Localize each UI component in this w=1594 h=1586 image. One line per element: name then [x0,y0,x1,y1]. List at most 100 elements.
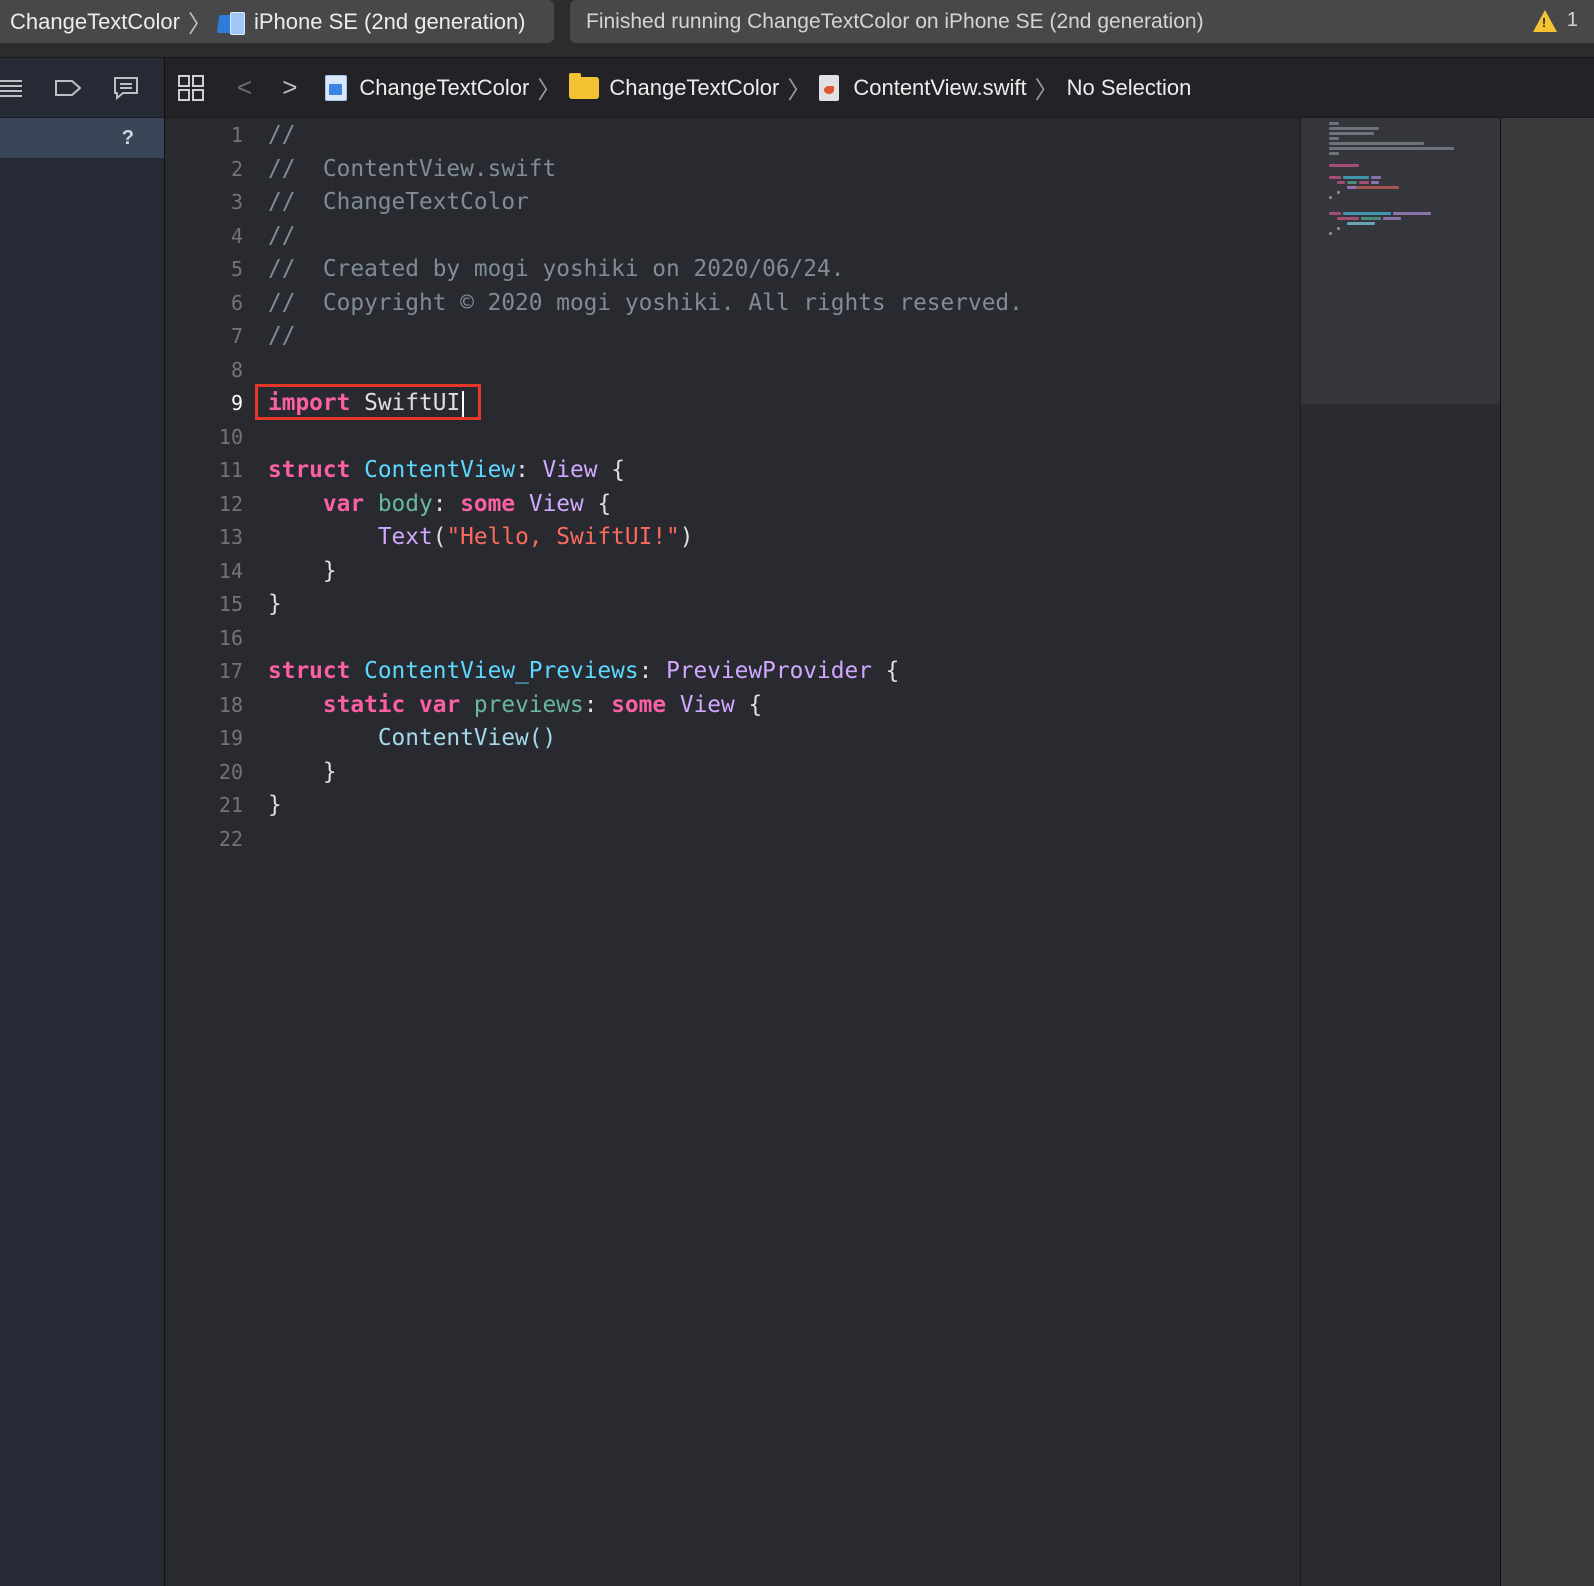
swift-file-icon [819,74,840,101]
line-number: 5 [230,257,243,281]
system-type: View [679,692,735,718]
line-number: 8 [230,358,243,382]
code-line: struct ContentView_Previews: PreviewProv… [268,654,899,688]
keyword: var [322,491,365,517]
status-text: Finished running ChangeTextColor on iPho… [586,9,1204,33]
minimap-visible-region[interactable] [1301,118,1501,404]
breadcrumb-project[interactable]: ChangeTextColor [359,75,529,101]
warning-indicator[interactable]: ! 1 [1532,9,1578,32]
minimap-line [1329,142,1424,145]
window-toolbar: ChangeTextColor 〉 iPhone SE (2nd generat… [0,0,1594,58]
line-number: 15 [218,592,243,616]
list-icon[interactable] [0,76,24,100]
chevron-left-icon[interactable]: < [237,72,252,103]
code-line: } [268,788,282,822]
minimap-line [1347,222,1375,225]
minimap-line [1337,191,1340,194]
minimap-line [1329,127,1379,130]
line-number: 3 [230,190,243,214]
minimap-line [1383,217,1401,220]
chevron-right-icon: 〉 [187,11,212,38]
run-destination[interactable]: iPhone SE (2nd generation) [254,9,526,35]
line-number: 7 [230,324,243,348]
minimap-line [1329,196,1332,199]
line-number: 11 [218,458,243,482]
minimap-line [1329,152,1339,155]
line-number: 20 [218,760,243,784]
minimap-line [1371,181,1379,184]
string-literal: "Hello, SwiftUI!" [446,524,680,550]
minimap-line [1347,181,1357,184]
warning-count: 1 [1566,9,1578,31]
minimap-line [1329,176,1341,179]
code-line: // [268,223,296,249]
line-number: 4 [230,224,243,248]
minimap-line [1329,137,1339,140]
punctuation: } [268,792,282,818]
line-number: 1 [230,123,243,147]
keyword: some [460,491,516,517]
code-line: // [268,323,296,349]
simulator-device-icon [216,10,246,35]
property-name: previews [473,692,584,718]
comment-icon[interactable] [112,75,140,101]
code-line: } [268,554,337,588]
code-line: // Created by mogi yoshiki on 2020/06/24… [268,256,845,282]
system-type: PreviewProvider [666,658,872,684]
punctuation: : [515,457,529,483]
line-number: 19 [218,726,243,750]
breadcrumb-file[interactable]: ContentView.swift [853,75,1026,101]
line-number: 21 [218,793,243,817]
punctuation: : [638,658,653,684]
breadcrumb-selection[interactable]: No Selection [1067,75,1192,101]
minimap[interactable] [1300,118,1501,1586]
related-items-icon[interactable] [177,74,207,102]
code-area[interactable]: // // ContentView.swift // ChangeTextCol… [268,118,1300,1586]
line-number: 18 [218,693,243,717]
type-name: ContentView [364,457,516,483]
line-number: 2 [230,157,243,181]
punctuation: } [322,759,337,785]
code-line: // Copyright © 2020 mogi yoshiki. All ri… [268,290,1023,316]
minimap-line [1329,164,1359,167]
navigator-pane: ? [0,58,165,1586]
type-name: ContentView_Previews [364,658,639,684]
scheme-selector[interactable]: ChangeTextColor 〉 iPhone SE (2nd generat… [0,0,554,43]
punctuation: : [432,491,447,517]
chevron-right-icon[interactable]: > [282,72,297,103]
line-number: 16 [218,626,243,650]
warning-icon: ! [1532,9,1557,32]
project-identifier: ContentView() [377,725,557,751]
navigator-tab-bar [0,58,164,118]
minimap-line [1343,212,1391,215]
code-line: } [268,587,282,621]
folder-icon [569,72,600,99]
breadcrumb: ChangeTextColor 〉 ChangeTextColor 〉 Cont… [325,70,1191,105]
minimap-line [1329,132,1374,135]
code-line: ContentView() [268,721,556,755]
system-type: View [542,457,598,483]
navigator-selected-row[interactable]: ? [0,118,164,158]
line-number-gutter: 1 2 3 4 5 6 7 8 9 10 11 12 13 14 15 16 1… [165,118,243,1586]
punctuation: ( [432,524,447,550]
system-type: View [528,491,584,517]
breadcrumb-group[interactable]: ChangeTextColor [609,75,779,101]
line-number: 17 [218,659,243,683]
tag-icon[interactable] [54,76,82,100]
code-line: // ContentView.swift [268,156,557,182]
activity-status-bar: Finished running ChangeTextColor on iPho… [570,0,1594,43]
code-line: Text("Hello, SwiftUI!") [268,520,694,554]
minimap-line [1361,217,1381,220]
minimap-line [1357,186,1399,189]
scheme-name[interactable]: ChangeTextColor [10,9,180,35]
source-editor[interactable]: 1 2 3 4 5 6 7 8 9 10 11 12 13 14 15 16 1… [165,118,1300,1586]
property-name: body [377,491,433,517]
help-indicator: ? [121,126,134,149]
minimap-line [1329,122,1339,125]
code-line: static var previews: some View { [268,688,762,722]
breadcrumb-separator: 〉 [537,77,562,104]
minimap-line [1359,181,1369,184]
minimap-line [1371,176,1381,179]
project-icon [325,74,348,101]
punctuation: : [583,692,598,718]
